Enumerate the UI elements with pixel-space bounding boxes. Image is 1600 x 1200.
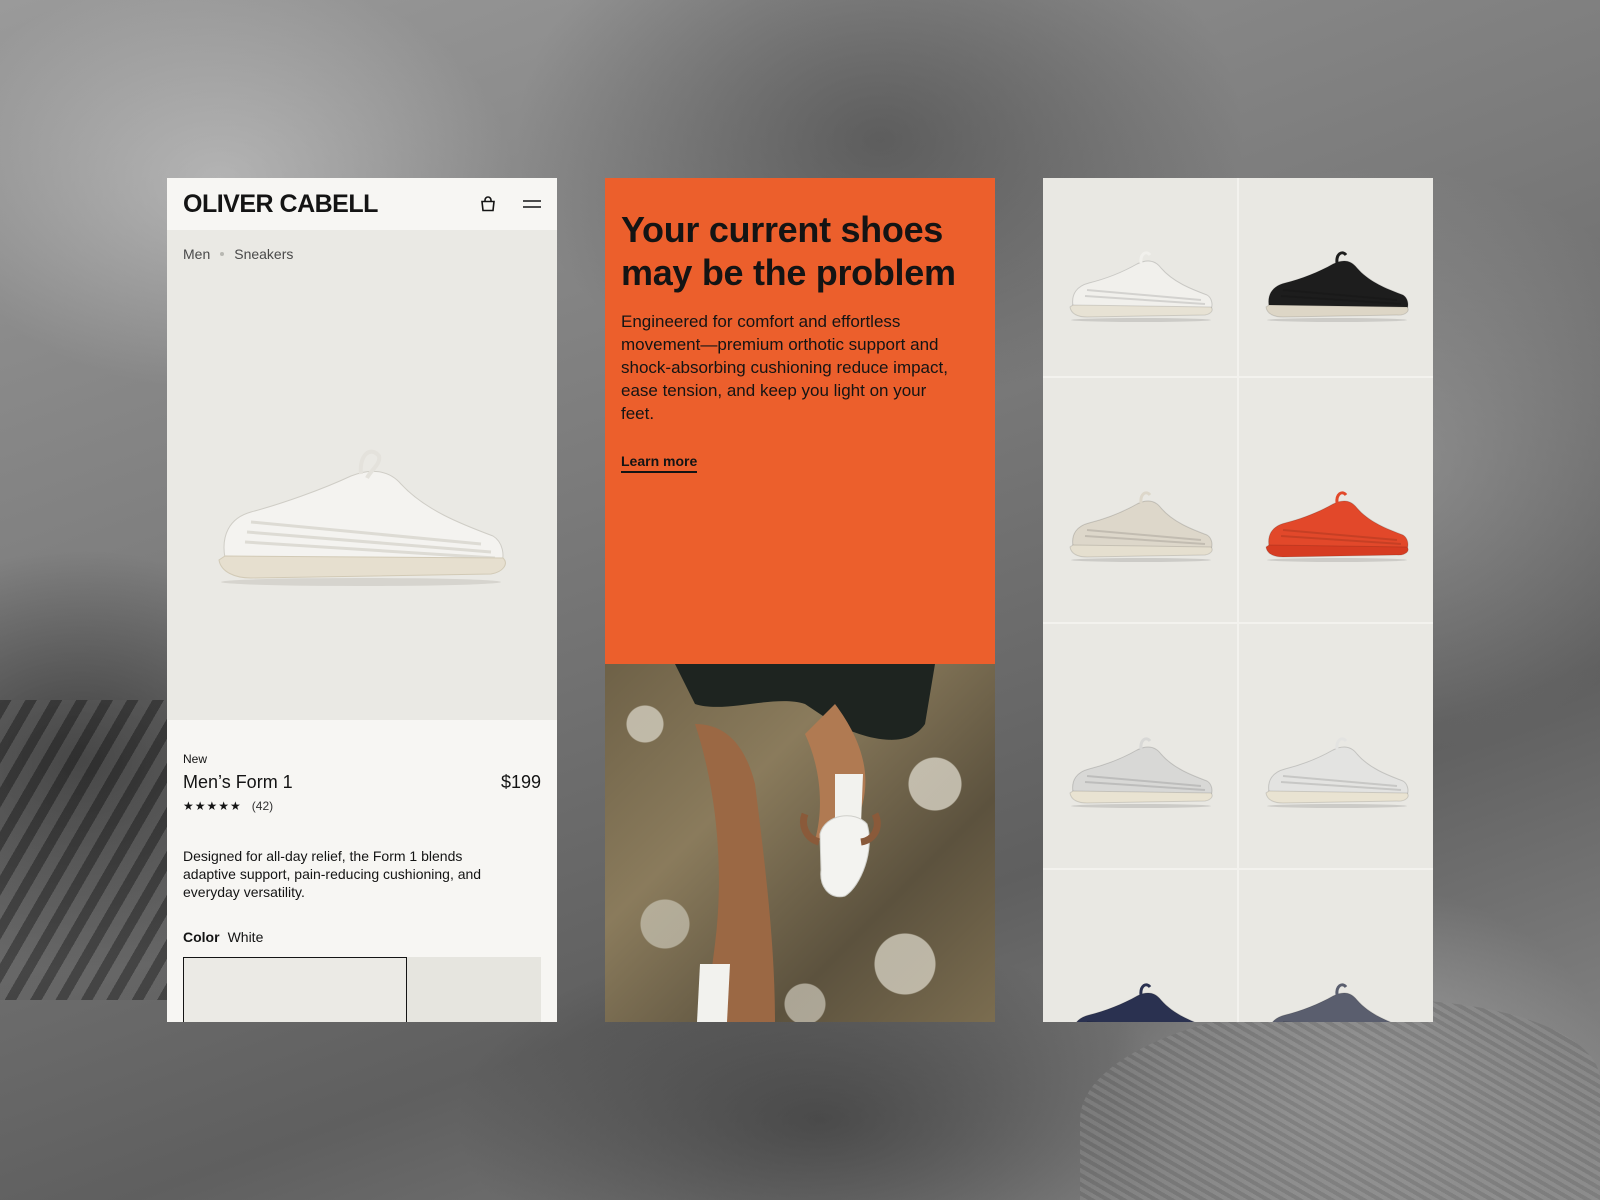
color-value: White [227, 929, 264, 945]
grid-item[interactable] [1043, 378, 1237, 622]
header-icons [479, 195, 541, 213]
breadcrumb-separator [220, 252, 225, 256]
background-sleeve-pattern [0, 700, 170, 1000]
menu-icon[interactable] [523, 197, 541, 211]
grid-item[interactable] [1239, 870, 1433, 1022]
sneaker-thumbnail-white-blue [1265, 737, 1409, 808]
sneaker-thumbnail-black [1265, 251, 1409, 322]
lifestyle-photo [605, 664, 995, 1022]
color-label: Color [183, 929, 220, 945]
sneaker-thumbnail-white [1069, 251, 1213, 322]
promo-panel: Your current shoes may be the problem En… [605, 178, 995, 1022]
grid-item[interactable] [1239, 178, 1433, 376]
product-info: New Men’s Form 1 $199 ★★★★★ (42) Designe… [167, 720, 557, 1022]
grid-item[interactable] [1043, 624, 1237, 868]
swatch-white[interactable] [183, 957, 408, 1022]
product-grid [1043, 178, 1433, 1022]
breadcrumb-men[interactable]: Men [183, 246, 210, 262]
sneaker-thumbnail-sand [1069, 491, 1213, 562]
bag-icon[interactable] [479, 195, 497, 213]
product-image[interactable]: Men Sneakers [167, 230, 557, 720]
grid-item[interactable] [1239, 378, 1433, 622]
sneaker-thumbnail-orange [1265, 491, 1409, 562]
sneaker-thumbnail-navy [1076, 983, 1196, 1022]
sneaker-thumbnail-grey-white [1069, 737, 1213, 808]
hero-shoe-image [218, 449, 506, 586]
color-swatches [183, 957, 541, 1022]
review-count: (42) [251, 799, 274, 813]
grid-item[interactable] [1043, 178, 1237, 376]
product-rating[interactable]: ★★★★★ (42) [183, 799, 541, 813]
promo-body: Engineered for comfort and effortless mo… [621, 312, 948, 423]
sneaker-thumbnail-navy-grey [1272, 983, 1392, 1022]
grid-item[interactable] [1043, 870, 1237, 1022]
product-panel: OLIVER CABELL Men Sneakers New Men’s For… [167, 178, 557, 1022]
background-shoe [1080, 1000, 1600, 1200]
new-badge: New [183, 752, 208, 766]
promo-title: Your current shoes may be the problem [621, 209, 956, 293]
top-bar: OLIVER CABELL [167, 178, 557, 230]
grid-item[interactable] [1239, 624, 1433, 868]
product-name: Men’s Form 1 [183, 772, 293, 792]
brand-logo[interactable]: OLIVER CABELL [183, 190, 378, 219]
rating-stars: ★★★★★ [183, 799, 242, 813]
breadcrumb: Men Sneakers [183, 246, 293, 262]
lifestyle-photo-drawing [675, 664, 935, 1022]
swatch-next[interactable] [407, 957, 541, 1022]
product-price: $199 [500, 772, 541, 792]
learn-more-link[interactable]: Learn more [621, 453, 698, 473]
product-description: Designed for all-day relief, the Form 1 … [183, 848, 482, 900]
promo-content: Your current shoes may be the problem En… [605, 178, 995, 664]
breadcrumb-sneakers[interactable]: Sneakers [234, 246, 293, 262]
title-row: Men’s Form 1 $199 [183, 772, 541, 793]
product-grid-panel [1043, 178, 1433, 1022]
color-row: Color White [183, 929, 541, 945]
